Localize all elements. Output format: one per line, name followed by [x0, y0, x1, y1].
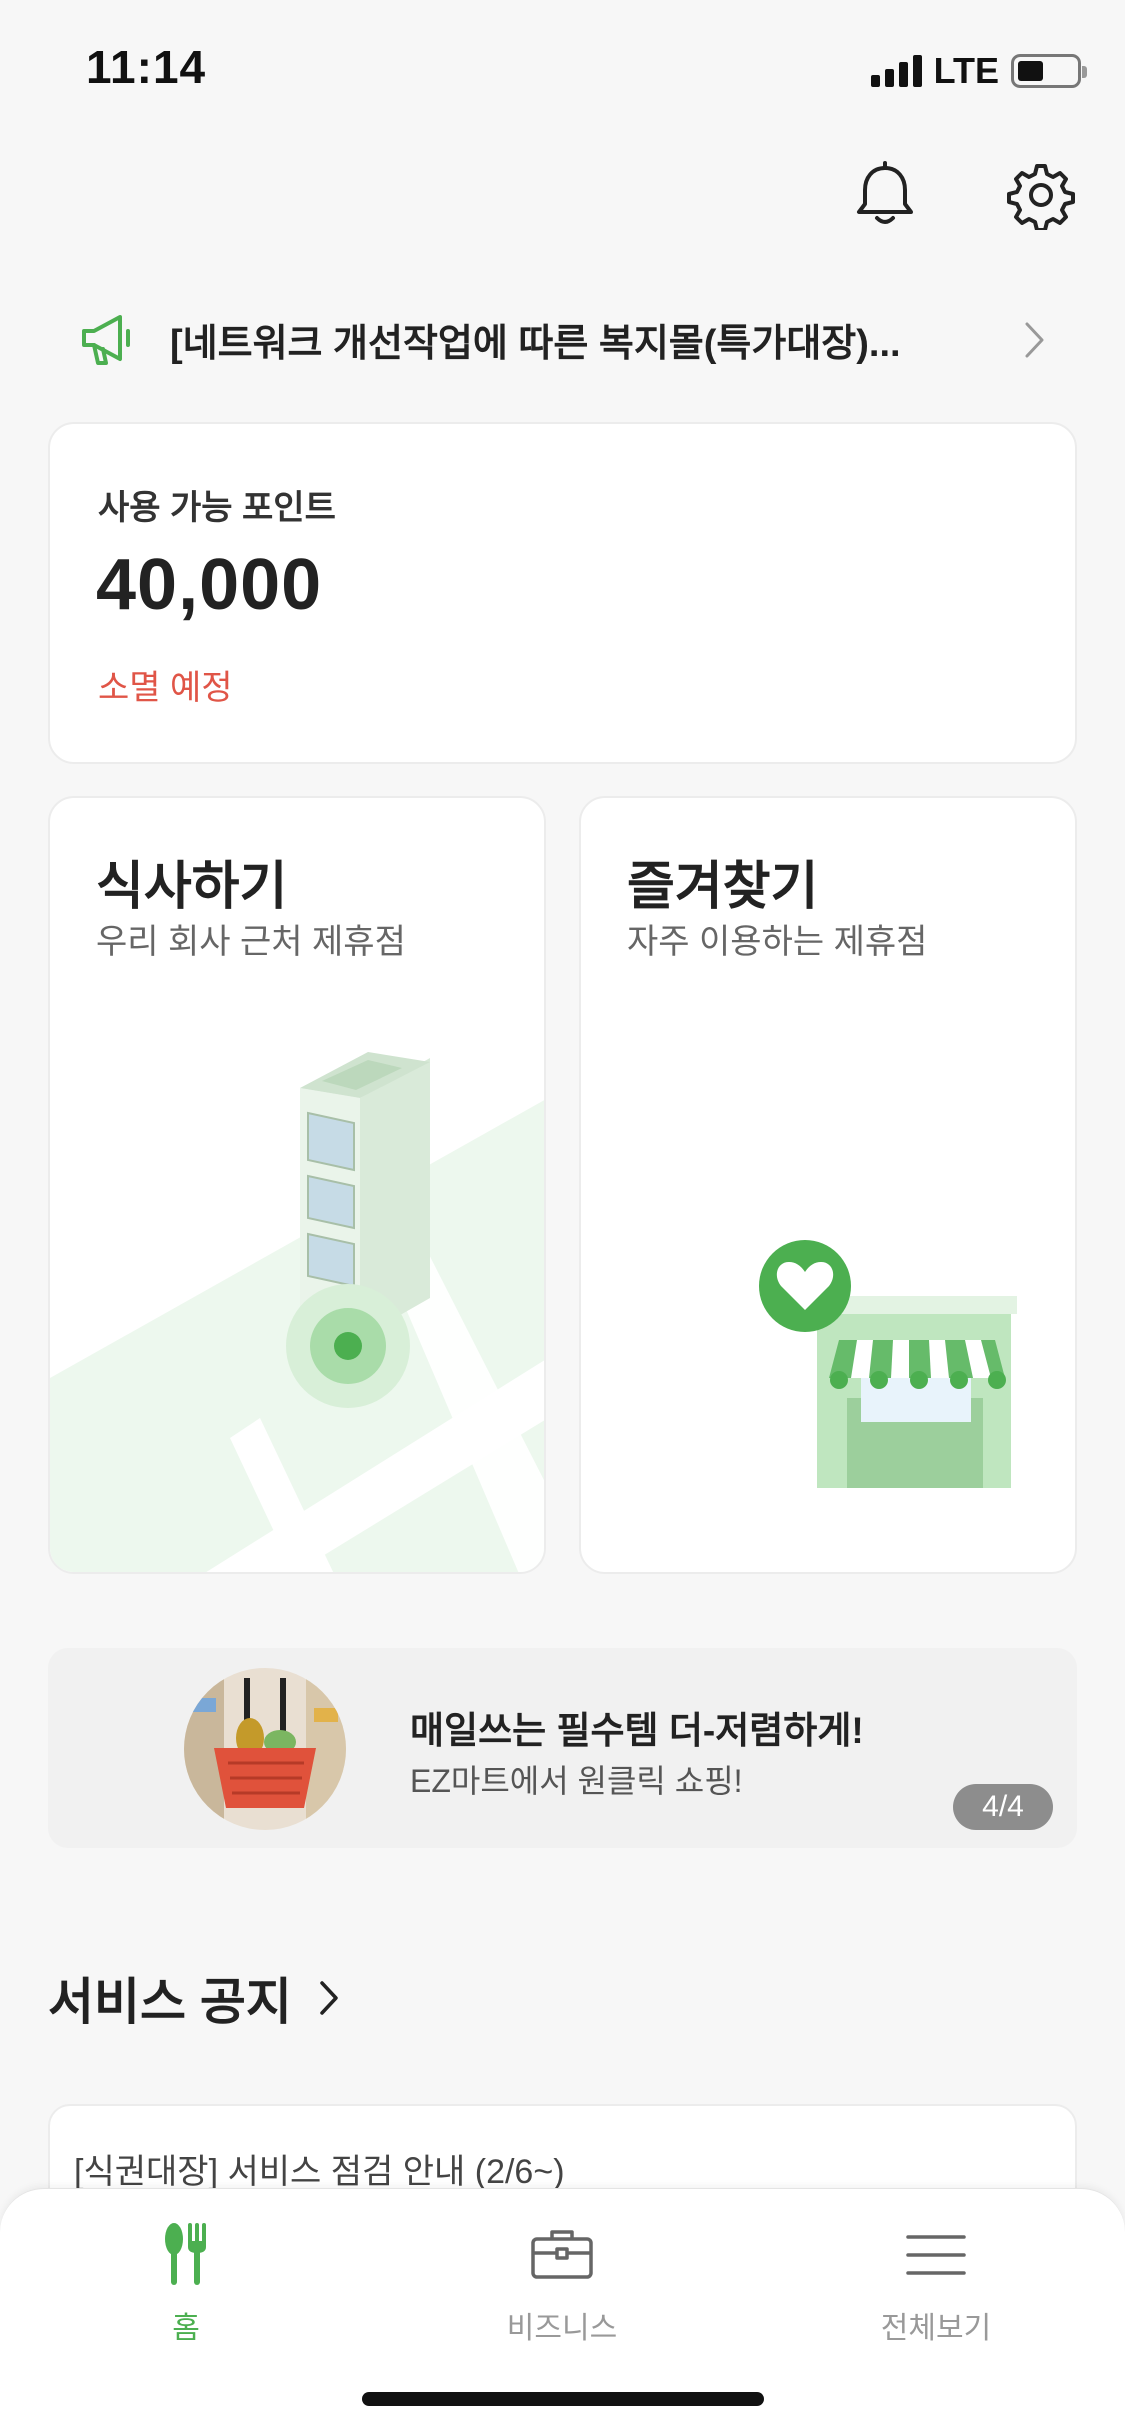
chevron-right-icon: [320, 1981, 338, 2015]
notice-text[interactable]: [네트워크 개선작업에 따른 복지몰(특가대장)...: [170, 312, 970, 367]
points-label: 사용 가능 포인트: [98, 489, 336, 527]
status-time: 11:14: [86, 41, 207, 93]
network-label: LTE: [933, 50, 999, 91]
promo-title: 매일쓰는 필수템 더-저렴하게!: [410, 1710, 864, 1751]
tab-all[interactable]: 전체보기: [816, 2219, 1056, 2349]
promo-banner[interactable]: 매일쓰는 필수템 더-저렴하게! EZ마트에서 원클릭 쇼핑! 4/4: [48, 1648, 1077, 1848]
points-card[interactable]: 사용 가능 포인트 40,000 소멸 예정: [48, 422, 1077, 764]
status-indicators: LTE: [870, 50, 1087, 92]
gear-icon[interactable]: [1006, 160, 1076, 230]
menu-icon: [906, 2235, 966, 2275]
bell-icon[interactable]: [850, 160, 920, 230]
favorites-title: 즐겨찾기: [627, 858, 819, 916]
promo-page-indicator: 4/4: [953, 1784, 1053, 1830]
eat-title: 식사하기: [96, 858, 288, 916]
promo-subtitle: EZ마트에서 원클릭 쇼핑!: [410, 1763, 743, 1799]
points-expire-link[interactable]: 소멸 예정: [98, 660, 233, 709]
fork-spoon-icon: [165, 2223, 206, 2285]
briefcase-icon: [531, 2230, 593, 2279]
chevron-right-icon: [1025, 322, 1044, 358]
tab-home-label: 홈: [172, 2312, 200, 2345]
service-notice-title: 서비스 공지: [48, 1974, 292, 2030]
eat-tile[interactable]: 식사하기 우리 회사 근처 제휴점: [48, 796, 546, 1574]
eat-subtitle: 우리 회사 근처 제휴점: [96, 923, 406, 961]
tab-home[interactable]: 홈: [66, 2219, 306, 2349]
signal-icon: [870, 55, 922, 87]
tab-all-label: 전체보기: [880, 2312, 992, 2345]
points-value: 40,000: [96, 545, 323, 625]
list-item[interactable]: [식권대장] 서비스 점검 안내 (2/6~): [74, 2144, 565, 2193]
megaphone-icon: [82, 315, 130, 365]
favorites-tile[interactable]: 즐겨찾기 자주 이용하는 제휴점: [579, 796, 1077, 1574]
tab-business-label: 비즈니스: [506, 2312, 618, 2345]
home-indicator: [362, 2392, 764, 2406]
battery-icon: [1011, 54, 1087, 88]
favorites-subtitle: 자주 이용하는 제휴점: [627, 923, 928, 961]
notice-banner[interactable]: [네트워크 개선작업에 따른 복지몰(특가대장)...: [76, 300, 1048, 378]
service-notice-header[interactable]: 서비스 공지: [48, 1962, 340, 2034]
status-bar: 11:14 LTE: [0, 0, 1125, 140]
shopping-basket-image: [184, 1668, 346, 1830]
tab-business[interactable]: 비즈니스: [442, 2219, 682, 2349]
